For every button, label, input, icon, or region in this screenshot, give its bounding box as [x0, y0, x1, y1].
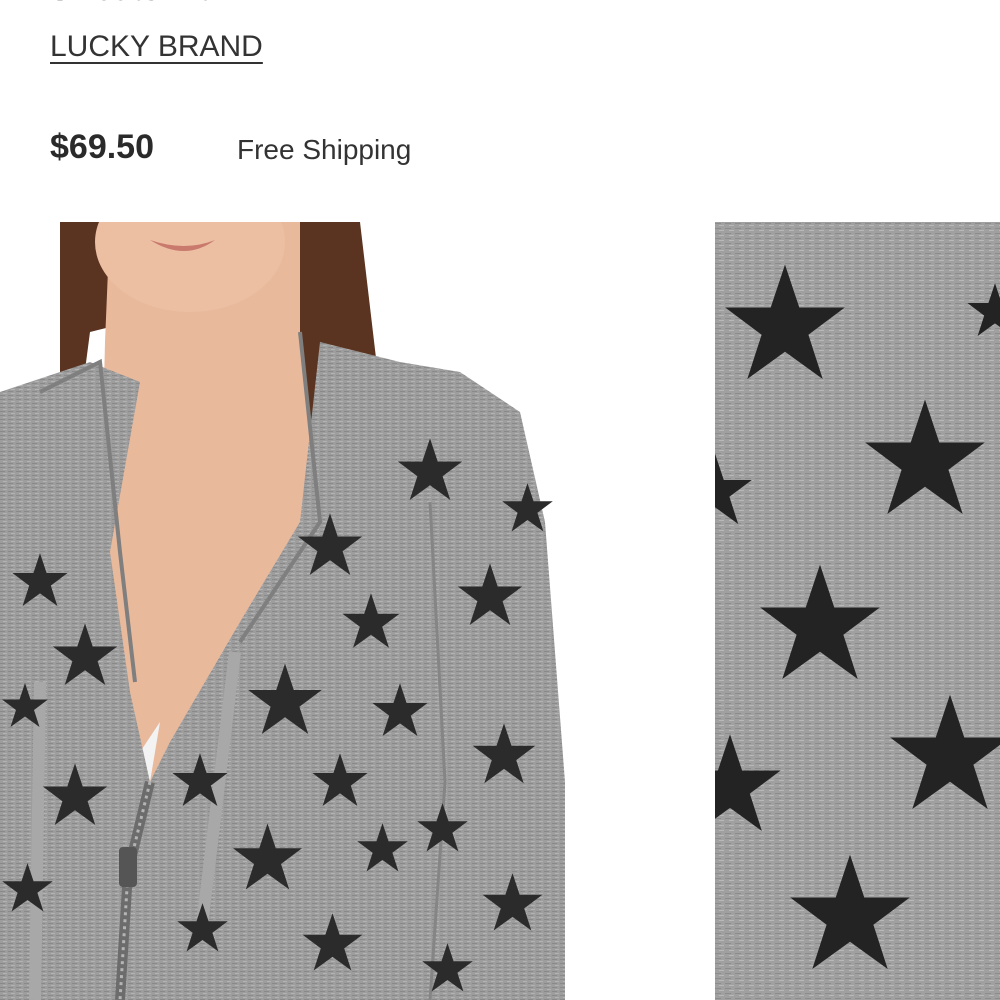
- product-image-main[interactable]: [0, 222, 565, 1000]
- product-title: Sweatshirt: [50, 0, 210, 8]
- fabric-closeup-photo: [715, 222, 1000, 1000]
- brand-link[interactable]: LUCKY BRAND: [50, 30, 263, 64]
- shipping-label: Free Shipping: [237, 134, 412, 165]
- product-price: $69.50: [50, 128, 154, 166]
- product-image-detail[interactable]: [715, 222, 1000, 1000]
- hoodie-photo: [0, 222, 565, 1000]
